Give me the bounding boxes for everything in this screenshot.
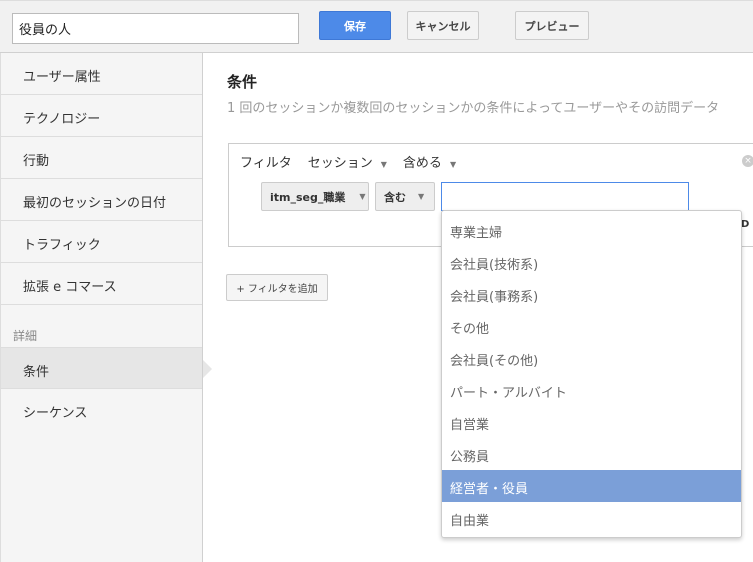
sidebar-item-sequences[interactable]: シーケンス bbox=[1, 389, 202, 431]
add-filter-button[interactable]: + フィルタを追加 bbox=[226, 274, 328, 301]
sidebar: ユーザー属性 テクノロジー 行動 最初のセッションの日付 トラフィック 拡張 e… bbox=[0, 53, 212, 562]
scope-value: セッション bbox=[307, 156, 373, 171]
preview-button[interactable]: プレビュー bbox=[515, 11, 589, 40]
autocomplete-dropdown: 専業主婦 会社員(技術系) 会社員(事務系) その他 会社員(その他) パート・… bbox=[441, 210, 742, 538]
dropdown-option[interactable]: 会社員(事務系) bbox=[442, 278, 741, 310]
sidebar-item-conditions[interactable]: 条件 bbox=[1, 347, 212, 389]
dimension-value: itm_seg_職業 bbox=[270, 190, 346, 204]
page-description: 1 回のセッションか複数回のセッションかの条件によってユーザーやその訪問データ bbox=[227, 101, 720, 116]
caret-down-icon: ▼ bbox=[418, 192, 425, 201]
caret-down-icon: ▼ bbox=[359, 192, 366, 201]
dropdown-option[interactable]: 自営業 bbox=[442, 406, 741, 438]
sidebar-item-technology[interactable]: テクノロジー bbox=[1, 95, 202, 137]
sidebar-item-traffic[interactable]: トラフィック bbox=[1, 221, 202, 263]
sidebar-section-advanced: 詳細 bbox=[13, 329, 38, 343]
dropdown-option[interactable]: 自由業 bbox=[442, 502, 741, 534]
dropdown-option[interactable]: 公務員 bbox=[442, 438, 741, 470]
mode-dropdown[interactable]: 含める ▼ bbox=[403, 152, 456, 171]
dropdown-option-highlighted[interactable]: 経営者・役員 bbox=[442, 470, 741, 502]
filter-label: フィルタ bbox=[240, 156, 292, 171]
dropdown-option[interactable]: 会社員(その他) bbox=[442, 342, 741, 374]
dimension-select[interactable]: itm_seg_職業 ▼ bbox=[261, 182, 369, 211]
operator-value: 含む bbox=[384, 190, 406, 204]
save-button[interactable]: 保存 bbox=[319, 11, 391, 40]
scope-dropdown[interactable]: セッション ▼ bbox=[308, 152, 387, 171]
filter-value-input[interactable] bbox=[441, 182, 689, 211]
dropdown-option[interactable]: パート・アルバイト bbox=[442, 374, 741, 406]
and-button-partial[interactable]: D bbox=[741, 219, 749, 230]
dropdown-option[interactable]: 専業主婦 bbox=[442, 214, 741, 246]
sidebar-item-first-session-date[interactable]: 最初のセッションの日付 bbox=[1, 179, 202, 221]
top-toolbar: 保存 キャンセル プレビュー bbox=[0, 0, 753, 53]
remove-filter-icon[interactable]: × bbox=[742, 155, 753, 167]
caret-down-icon: ▼ bbox=[449, 160, 457, 169]
dropdown-option[interactable]: その他 bbox=[442, 310, 741, 342]
caret-down-icon: ▼ bbox=[380, 160, 387, 169]
sidebar-item-ecommerce[interactable]: 拡張 e コマース bbox=[1, 263, 202, 305]
sidebar-item-behavior[interactable]: 行動 bbox=[1, 137, 202, 179]
dropdown-option[interactable]: 会社員(技術系) bbox=[442, 246, 741, 278]
page-title: 条件 bbox=[227, 73, 258, 91]
mode-value: 含める bbox=[402, 156, 442, 171]
sidebar-item-demographics[interactable]: ユーザー属性 bbox=[1, 53, 202, 95]
segment-name-input[interactable] bbox=[12, 13, 299, 44]
cancel-button[interactable]: キャンセル bbox=[407, 11, 479, 40]
operator-select[interactable]: 含む ▼ bbox=[375, 182, 435, 211]
